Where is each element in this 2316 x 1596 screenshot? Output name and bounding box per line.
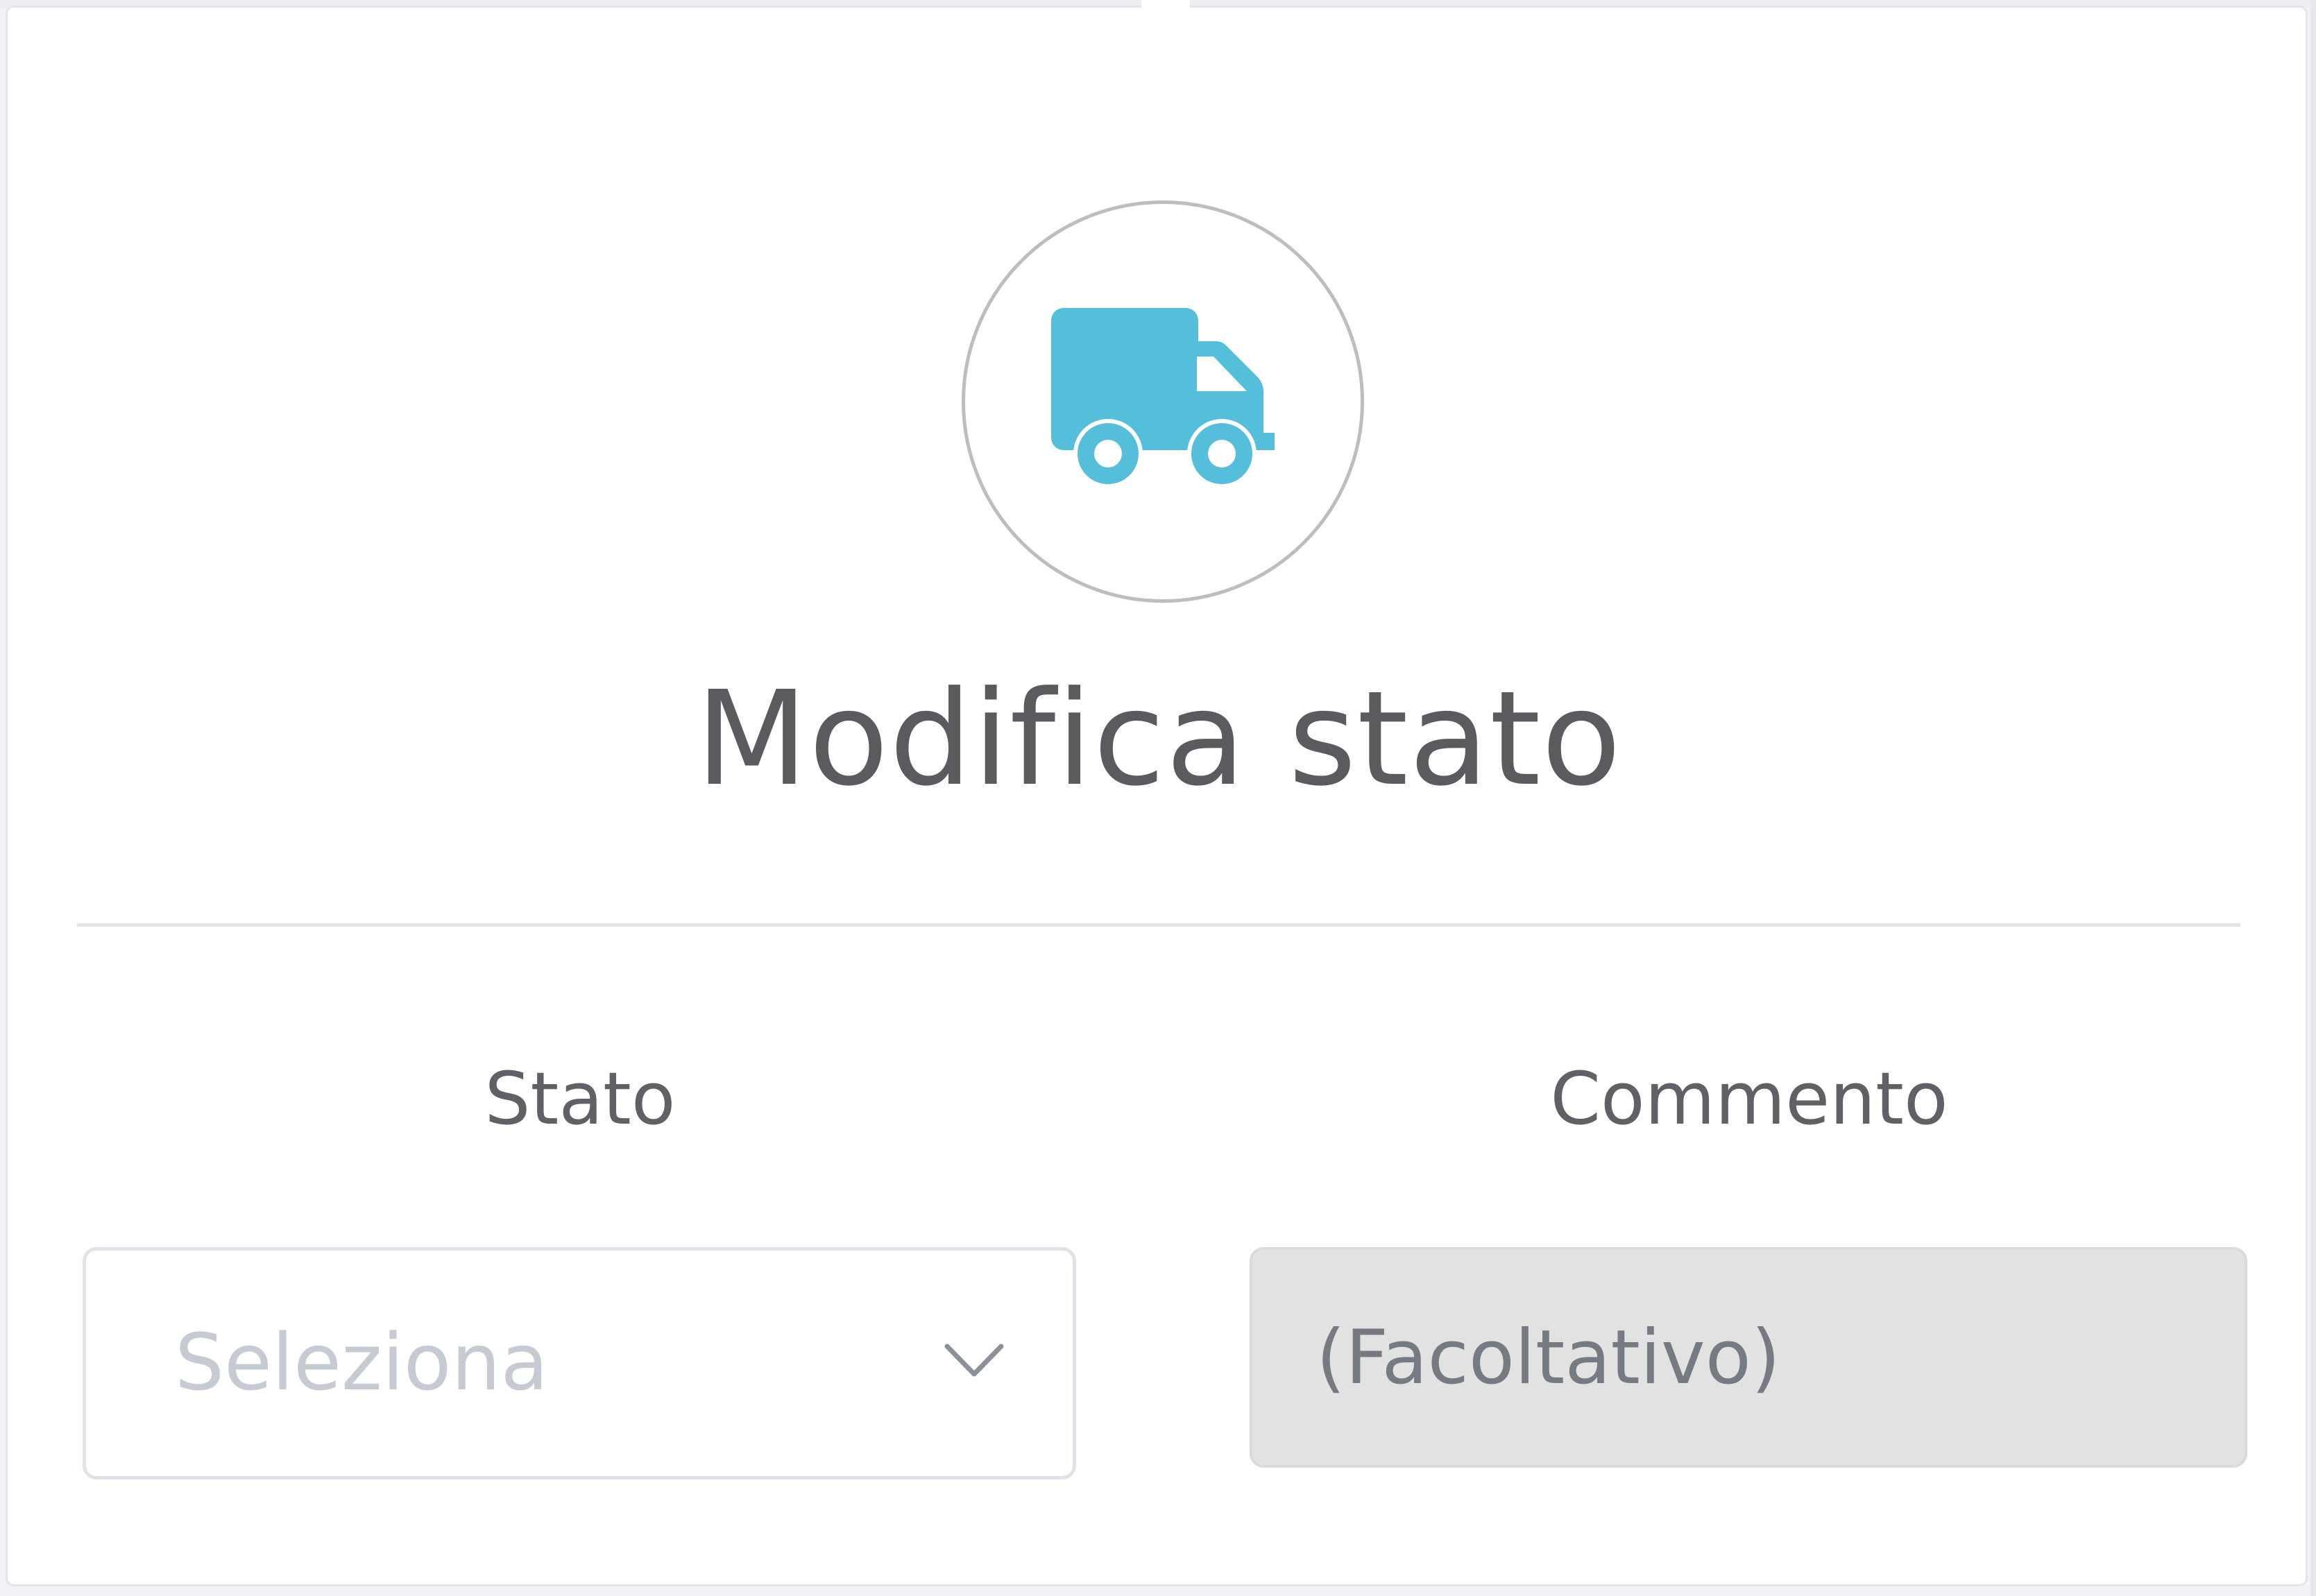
truck-icon	[1051, 308, 1275, 488]
commento-input[interactable]: (Facoltativo)	[1250, 1247, 2247, 1468]
commento-label: Commento	[1550, 1056, 1948, 1141]
chevron-down-icon	[944, 1344, 1004, 1377]
status-icon-circle	[962, 200, 1364, 603]
modal-title: Modifica stato	[695, 663, 1622, 815]
stato-select[interactable]: Seleziona	[83, 1247, 1076, 1479]
edit-status-modal: Modifica stato Stato Commento Seleziona …	[6, 0, 2308, 1586]
commento-input-placeholder: (Facoltativo)	[1316, 1314, 1780, 1401]
stato-select-placeholder: Seleziona	[175, 1318, 549, 1408]
divider	[77, 923, 2240, 927]
stato-label: Stato	[484, 1056, 676, 1141]
backdrop-edge	[2310, 0, 2316, 1596]
modal-pointer	[1141, 0, 1190, 16]
